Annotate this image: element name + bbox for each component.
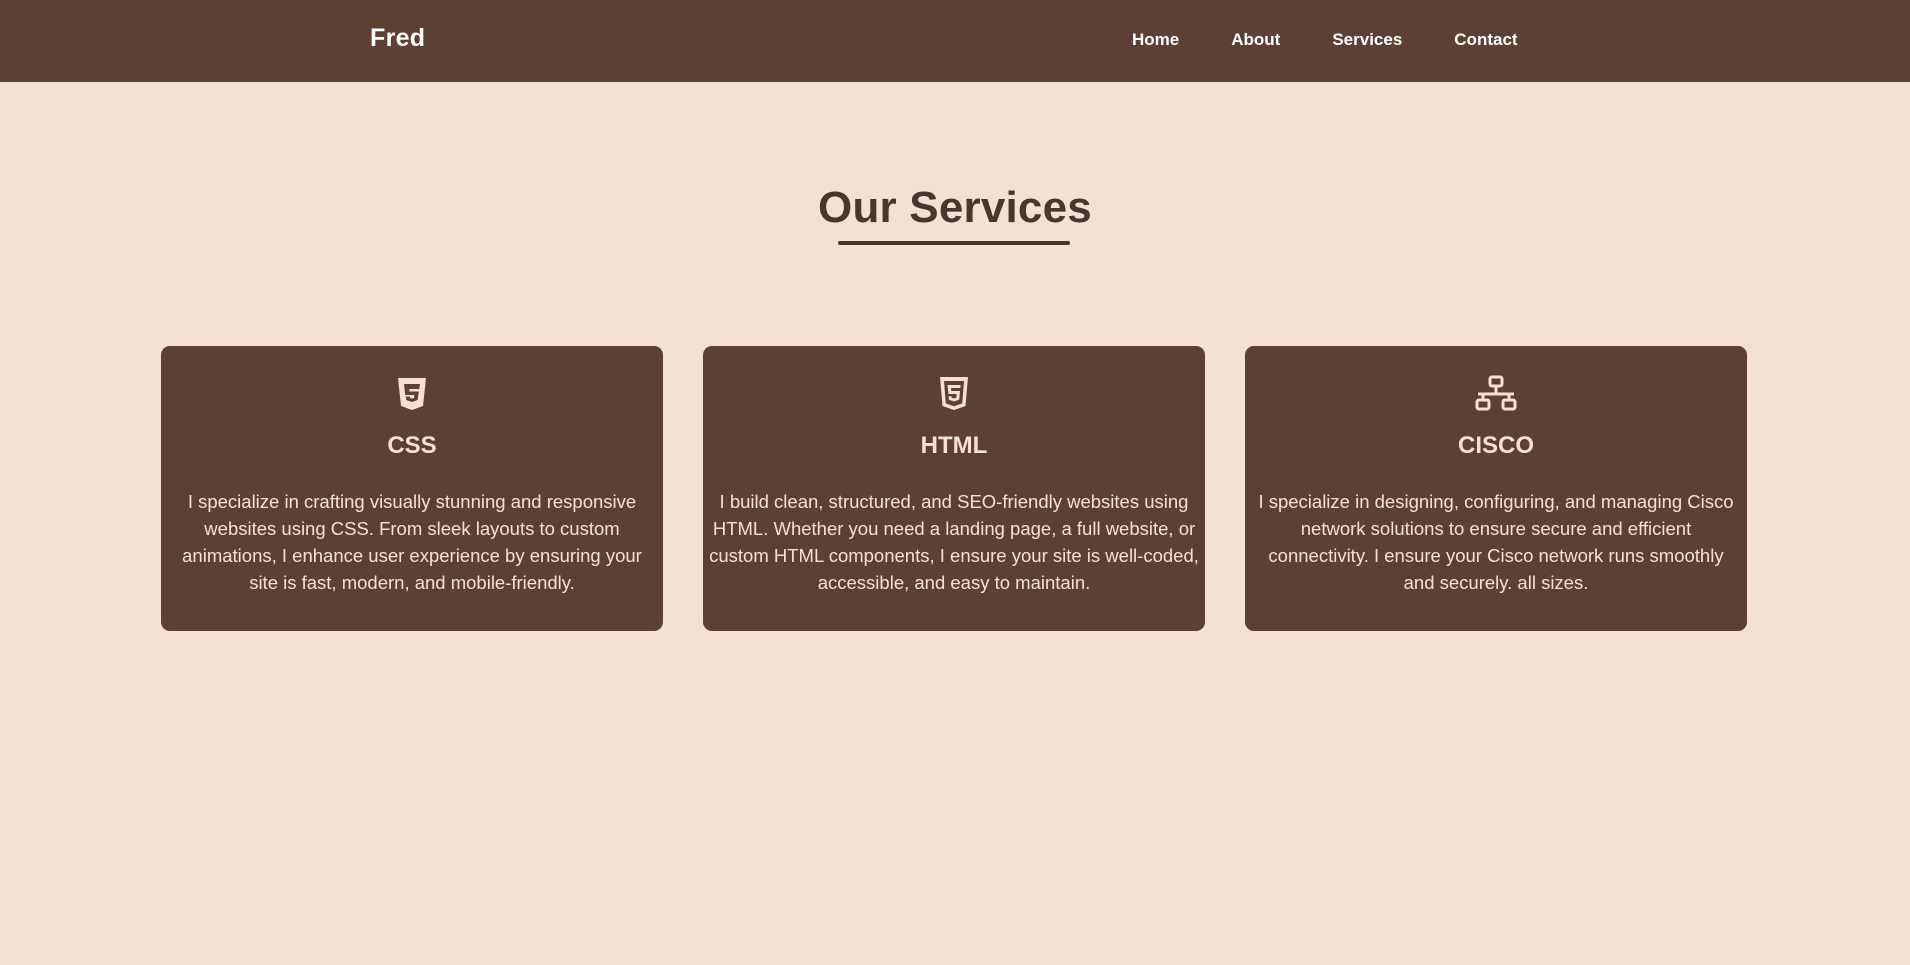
nav-about-link[interactable]: About — [1231, 30, 1280, 50]
brand-logo[interactable]: Fred — [370, 24, 425, 53]
nav-contact-link[interactable]: Contact — [1454, 30, 1517, 50]
nav-services-link[interactable]: Services — [1332, 30, 1402, 50]
top-navbar: Fred Home About Services Contact — [0, 0, 1910, 82]
css3-icon — [161, 374, 663, 414]
title-underline — [838, 241, 1070, 245]
service-card-cisco: CISCO I specialize in designing, configu… — [1245, 346, 1747, 631]
card-description: I build clean, structured, and SEO-frien… — [709, 491, 1199, 593]
html5-icon — [703, 374, 1205, 414]
nav-home-link[interactable]: Home — [1132, 30, 1179, 50]
service-card-html: HTML I build clean, structured, and SEO-… — [703, 346, 1205, 631]
section-title: Our Services — [818, 183, 1092, 232]
main-nav: Home About Services Contact — [1132, 30, 1518, 50]
network-icon — [1245, 374, 1747, 414]
card-description: I specialize in crafting visually stunni… — [182, 491, 642, 593]
card-title: CSS — [387, 432, 437, 459]
card-title: CISCO — [1457, 432, 1534, 459]
service-card-css: CSS I specialize in crafting visually st… — [161, 346, 663, 631]
card-title: HTML — [920, 432, 988, 459]
card-description: I specialize in designing, configuring, … — [1258, 491, 1734, 593]
